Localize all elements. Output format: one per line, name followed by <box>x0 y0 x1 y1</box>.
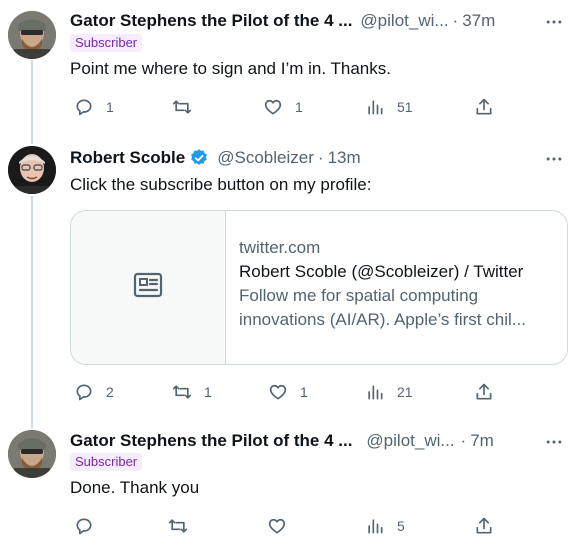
tweet-actions: 2 1 1 21 <box>70 380 500 404</box>
card-body: twitter.com Robert Scoble (@Scobleizer) … <box>239 236 559 332</box>
views-count: 51 <box>397 99 413 115</box>
card-description: innovations (AI/AR). Apple’s first chil.… <box>239 310 526 329</box>
user-handle[interactable]: @Scobleizer <box>217 147 314 169</box>
tweet-header: Gator Stephens the Pilot of the 4 ... @p… <box>70 430 494 452</box>
separator-dot: · <box>317 148 324 167</box>
views-count: 5 <box>397 518 405 534</box>
tweet-header: Robert Scoble @Scobleizer · 13m <box>70 147 361 169</box>
reply-button[interactable] <box>74 514 106 538</box>
views-icon <box>365 97 385 117</box>
thread-line <box>31 60 33 144</box>
display-name[interactable]: Gator Stephens the Pilot of the 4 ... <box>70 430 352 452</box>
share-icon <box>474 516 494 536</box>
link-preview-card[interactable]: twitter.com Robert Scoble (@Scobleizer) … <box>70 210 568 365</box>
reply-icon <box>74 97 94 117</box>
share-icon <box>474 97 494 117</box>
tweet-text: Done. Thank you <box>70 478 200 497</box>
like-count: 1 <box>300 384 308 400</box>
views-button[interactable]: 5 <box>365 514 405 538</box>
like-button[interactable]: 1 <box>263 95 303 119</box>
retweet-button[interactable] <box>172 95 204 119</box>
tweet-header: Gator Stephens the Pilot of the 4 ... @p… <box>70 10 495 32</box>
user-handle[interactable]: @pilot_wi... <box>366 430 454 452</box>
reply-icon <box>74 516 94 536</box>
views-icon <box>365 382 385 402</box>
separator-dot: · <box>452 11 459 30</box>
share-button[interactable] <box>474 95 494 119</box>
reply-button[interactable]: 1 <box>74 95 114 119</box>
more-icon[interactable] <box>542 13 566 31</box>
share-button[interactable] <box>474 380 494 404</box>
reply-count: 2 <box>106 384 114 400</box>
avatar[interactable] <box>8 430 56 478</box>
thread-line <box>31 196 33 428</box>
retweet-icon <box>168 516 188 536</box>
subscriber-badge: Subscriber <box>70 453 143 471</box>
avatar[interactable] <box>8 11 56 59</box>
like-icon <box>267 516 287 536</box>
separator-dot: · <box>460 431 467 450</box>
tweet-text: Point me where to sign and I’m in. Thank… <box>70 59 391 78</box>
retweet-icon <box>172 97 192 117</box>
retweet-icon <box>172 382 192 402</box>
timestamp[interactable]: 13m <box>328 147 361 169</box>
views-button[interactable]: 21 <box>365 380 413 404</box>
timestamp[interactable]: 37m <box>462 10 495 32</box>
user-handle[interactable]: @pilot_wi... <box>360 10 448 32</box>
subscriber-badge: Subscriber <box>70 34 143 52</box>
like-icon <box>263 97 283 117</box>
verified-icon[interactable] <box>189 148 209 168</box>
card-domain: twitter.com <box>239 238 321 257</box>
retweet-count: 1 <box>204 384 212 400</box>
like-icon <box>268 382 288 402</box>
reply-button[interactable]: 2 <box>74 380 114 404</box>
article-icon <box>132 269 164 306</box>
tweet-actions: 1 1 51 <box>70 95 500 119</box>
share-icon <box>474 382 494 402</box>
card-thumbnail <box>71 211 226 364</box>
tweet-text: Click the subscribe button on my profile… <box>70 175 372 194</box>
more-icon[interactable] <box>542 150 566 168</box>
views-icon <box>365 516 385 536</box>
like-count: 1 <box>295 99 303 115</box>
share-button[interactable] <box>474 514 494 538</box>
card-title: Robert Scoble (@Scobleizer) / Twitter <box>239 262 524 281</box>
views-button[interactable]: 51 <box>365 95 413 119</box>
timestamp[interactable]: 7m <box>470 430 494 452</box>
views-count: 21 <box>397 384 413 400</box>
retweet-button[interactable] <box>168 514 200 538</box>
display-name[interactable]: Robert Scoble <box>70 147 185 169</box>
more-icon[interactable] <box>542 433 566 451</box>
card-description: Follow me for spatial computing <box>239 286 479 305</box>
reply-icon <box>74 382 94 402</box>
tweet-actions: 5 <box>70 514 500 538</box>
like-button[interactable]: 1 <box>268 380 308 404</box>
retweet-button[interactable]: 1 <box>172 380 212 404</box>
display-name[interactable]: Gator Stephens the Pilot of the 4 ... <box>70 10 352 32</box>
reply-count: 1 <box>106 99 114 115</box>
like-button[interactable] <box>267 514 299 538</box>
avatar[interactable] <box>8 146 56 194</box>
